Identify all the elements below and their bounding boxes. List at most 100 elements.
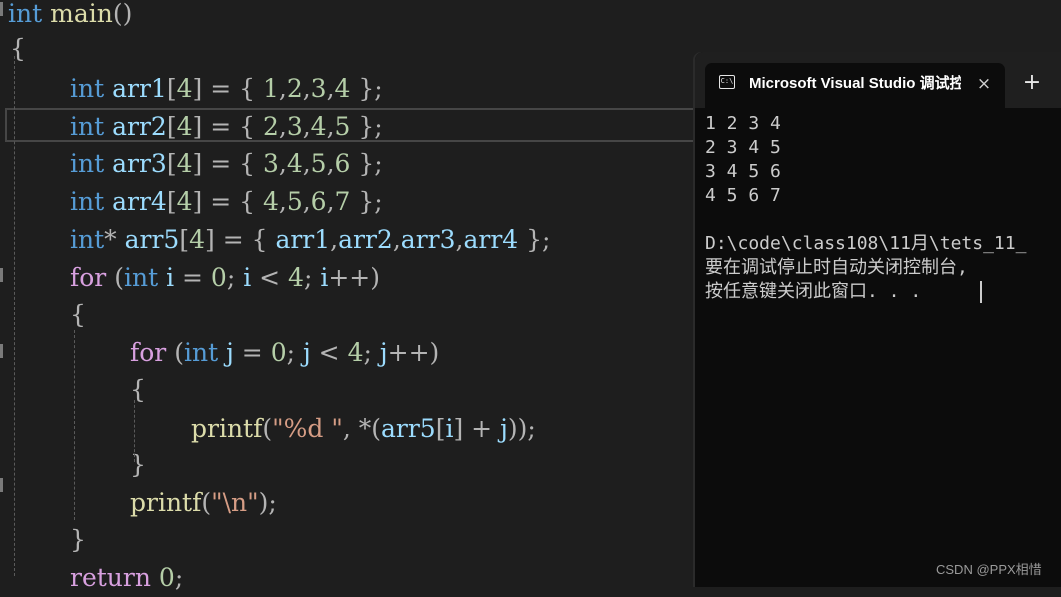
code-token: j [500, 414, 508, 443]
code-token: ( [262, 414, 273, 443]
tab-strip: C:\ Microsoft Visual Studio 调试控 × + [695, 52, 1061, 108]
code-token: int [70, 225, 105, 254]
code-token: ( [106, 263, 124, 292]
code-token: , [330, 225, 339, 254]
code-token: < [310, 338, 348, 367]
code-token: [ [166, 112, 177, 141]
code-token: for [70, 263, 107, 292]
code-token: for [130, 338, 167, 367]
text-cursor [980, 281, 982, 303]
code-token: j [379, 338, 388, 367]
code-token: { [130, 375, 146, 404]
code-token: int [183, 338, 219, 367]
code-line: int* arr5[4] = { arr1,arr2,arr3,arr4 }; [70, 221, 550, 259]
code-token: = [174, 263, 211, 292]
code-token: 4 [286, 149, 303, 178]
code-token: }; [350, 149, 383, 178]
code-token: , [278, 187, 287, 216]
code-token: int [123, 263, 159, 292]
code-token: arr4 [112, 187, 167, 216]
code-token: ] = { [192, 149, 263, 178]
code-token: 3 [286, 112, 303, 141]
code-token: int [70, 112, 105, 141]
code-token: 4 [262, 187, 279, 216]
code-token: return [70, 563, 151, 592]
code-token: arr5 [124, 225, 180, 254]
code-line: for (int j = 0; j < 4; j++) [130, 334, 439, 372]
code-token: , [326, 149, 335, 178]
indent-guide [14, 56, 15, 576]
code-token: ] = { [192, 112, 263, 141]
code-token: , [326, 112, 335, 141]
code-token: 4 [176, 74, 193, 103]
fold-marker-icon[interactable] [0, 2, 3, 16]
code-token: 6 [310, 187, 327, 216]
fold-marker-icon[interactable] [0, 268, 3, 282]
new-tab-button[interactable]: + [1017, 70, 1047, 98]
console-output-line: 4 5 6 7 [705, 185, 781, 206]
code-token: }; [350, 112, 383, 141]
console-output-line: D:\code\class108\11月\tets_11_ [705, 233, 1027, 254]
tab-debug-console[interactable]: C:\ Microsoft Visual Studio 调试控 × [705, 63, 1005, 108]
code-token: 2 [262, 112, 279, 141]
code-token: int [70, 74, 105, 103]
code-token: ( [201, 488, 212, 517]
code-token: i [243, 263, 252, 292]
code-token: 3 [262, 149, 279, 178]
code-token: } [130, 450, 146, 479]
code-token: }; [350, 187, 383, 216]
code-token: { [10, 34, 26, 63]
code-token: j [226, 338, 234, 367]
code-token: 4 [347, 338, 364, 367]
code-token: 4 [176, 149, 193, 178]
code-line: int arr2[4] = { 2,3,4,5 }; [70, 108, 383, 146]
debug-console-window[interactable]: C:\ Microsoft Visual Studio 调试控 × + 1 2 … [695, 52, 1061, 587]
code-token: main [50, 0, 113, 28]
code-token: , [302, 112, 311, 141]
code-token: [ [166, 187, 177, 216]
code-token: , [302, 74, 311, 103]
code-token: } [70, 525, 86, 554]
code-token: arr4 [463, 225, 519, 254]
code-token: arr5 [380, 414, 436, 443]
code-token: printf [130, 488, 202, 517]
fold-marker-icon[interactable] [0, 478, 3, 492]
code-line: printf("\n"); [130, 484, 277, 522]
code-line: int main() [8, 0, 132, 33]
code-token: 6 [334, 149, 351, 178]
code-token: 5 [334, 112, 351, 141]
code-token: int [70, 149, 105, 178]
code-token: ; [226, 263, 244, 292]
fold-marker-icon[interactable] [0, 344, 3, 358]
code-token: , [278, 149, 287, 178]
close-icon[interactable]: × [971, 71, 997, 97]
code-token: ] = { [205, 225, 276, 254]
code-token: i [166, 263, 175, 292]
code-line: printf("%d ", *(arr5[i] + j)); [191, 410, 536, 448]
code-token: () [112, 0, 133, 28]
code-token: )); [507, 414, 536, 443]
code-token: 7 [334, 187, 351, 216]
code-token: arr1 [112, 74, 167, 103]
code-token: 0 [270, 338, 287, 367]
code-token: 0 [158, 563, 175, 592]
code-token: , [392, 225, 401, 254]
code-token: ; [286, 338, 303, 367]
console-output-line: 2 3 4 5 [705, 137, 781, 158]
code-line: int arr3[4] = { 3,4,5,6 }; [70, 145, 383, 183]
code-token: [ [166, 149, 177, 178]
code-token: 4 [288, 263, 304, 292]
code-token: ); [258, 488, 277, 517]
code-token: arr2 [338, 225, 393, 254]
code-token: , [278, 74, 287, 103]
code-token: [ [435, 414, 446, 443]
code-token: ++) [328, 263, 380, 292]
code-token: 4 [176, 112, 193, 141]
code-token: * [104, 225, 125, 254]
code-token: ] = { [192, 187, 263, 216]
